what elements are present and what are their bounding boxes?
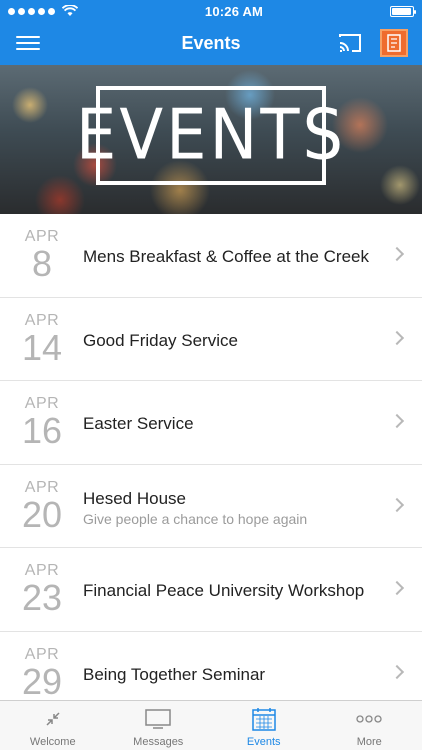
event-row-2[interactable]: APR 16 Easter Service bbox=[0, 381, 422, 465]
tab-bar: Welcome Messages Events More bbox=[0, 700, 422, 750]
hamburger-menu-icon[interactable] bbox=[16, 33, 40, 53]
event-subtitle: Give people a chance to hope again bbox=[83, 510, 308, 527]
chevron-right-icon bbox=[389, 664, 405, 679]
tab-label: More bbox=[356, 736, 382, 748]
event-row-1[interactable]: APR 14 Good Friday Service bbox=[0, 298, 422, 381]
tab-welcome[interactable]: Welcome bbox=[0, 701, 106, 750]
event-day: 23 bbox=[21, 577, 63, 618]
hero-title: EVENTS bbox=[75, 95, 347, 176]
collapse-arrows-icon bbox=[38, 705, 68, 733]
chevron-right-icon bbox=[389, 580, 405, 596]
more-dots-icon bbox=[354, 705, 384, 733]
event-title: Hesed House bbox=[83, 488, 187, 508]
event-row-3[interactable]: APR 20 Hesed House Give people a chance … bbox=[0, 465, 422, 548]
chevron-right-icon bbox=[389, 497, 405, 512]
event-date: APR 29 bbox=[14, 646, 70, 700]
status-bar: 10:26 AM bbox=[0, 0, 422, 22]
calendar-icon bbox=[249, 705, 279, 733]
event-title: Easter Service bbox=[83, 414, 194, 433]
event-row-4[interactable]: APR 23 Financial Peace University Worksh… bbox=[0, 548, 422, 632]
event-day: 20 bbox=[21, 493, 63, 535]
chevron-right-icon bbox=[389, 413, 405, 429]
wifi-icon bbox=[62, 5, 78, 16]
hero-banner: EVENTS bbox=[0, 65, 422, 214]
chevron-right-icon bbox=[389, 330, 405, 345]
battery-icon bbox=[389, 5, 416, 17]
tab-more[interactable]: More bbox=[317, 701, 422, 750]
navigation-bar: Events bbox=[0, 22, 422, 65]
tab-label: Messages bbox=[133, 736, 184, 748]
page-title: Events bbox=[181, 33, 241, 53]
event-date: APR 16 bbox=[14, 395, 70, 449]
event-day: 16 bbox=[21, 410, 63, 451]
event-day: 29 bbox=[21, 660, 63, 699]
tab-messages[interactable]: Messages bbox=[106, 701, 212, 750]
event-day: 14 bbox=[21, 326, 63, 368]
event-row-0[interactable]: APR 8 Mens Breakfast & Coffee at the Cre… bbox=[0, 214, 422, 298]
event-date: APR 14 bbox=[14, 312, 70, 366]
status-time: 10:26 AM bbox=[204, 3, 264, 19]
tab-events[interactable]: Events bbox=[211, 701, 317, 750]
event-date: APR 8 bbox=[14, 228, 70, 282]
event-title: Being Together Seminar bbox=[83, 664, 266, 684]
event-title: Mens Breakfast & Coffee at the Creek bbox=[83, 247, 369, 266]
cast-icon[interactable] bbox=[337, 32, 363, 54]
event-date: APR 20 bbox=[14, 479, 70, 533]
tab-label: Welcome bbox=[29, 736, 76, 748]
hero-frame: EVENTS bbox=[76, 86, 343, 185]
tv-icon bbox=[143, 705, 173, 733]
event-date: APR 23 bbox=[14, 562, 70, 616]
event-title: Good Friday Service bbox=[83, 330, 238, 350]
tab-label: Events bbox=[246, 736, 281, 748]
event-day: 8 bbox=[31, 243, 53, 284]
event-list: APR 8 Mens Breakfast & Coffee at the Cre… bbox=[0, 214, 422, 699]
signal-strength-icon bbox=[8, 5, 78, 17]
event-row-5[interactable]: APR 29 Being Together Seminar bbox=[0, 632, 422, 700]
chevron-right-icon bbox=[389, 246, 405, 262]
church-logo-icon[interactable] bbox=[380, 29, 408, 57]
event-title: Financial Peace University Workshop bbox=[83, 581, 365, 600]
